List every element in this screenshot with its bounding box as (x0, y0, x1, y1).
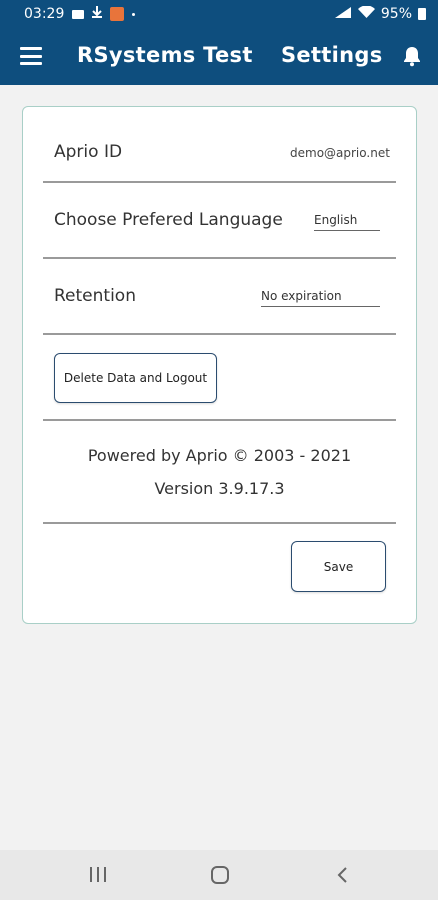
navigation-bar (0, 850, 438, 900)
battery-icon (418, 8, 426, 20)
divider (43, 333, 396, 335)
retention-select[interactable]: No expiration (261, 289, 380, 307)
retention-label: Retention (54, 286, 136, 306)
menu-icon[interactable] (20, 47, 42, 65)
aprio-id-label: Aprio ID (54, 142, 123, 162)
app-notification-icon (110, 7, 125, 21)
app-bar: RSystems Test Settings (0, 28, 438, 85)
version-text: Version 3.9.17.3 (154, 479, 285, 498)
app-title: RSystems Test (77, 43, 253, 67)
folder-icon (72, 9, 85, 19)
divider (43, 257, 396, 259)
aprio-id-value: demo@aprio.net (290, 146, 390, 160)
language-label: Choose Prefered Language (54, 210, 283, 230)
language-select[interactable]: English (314, 213, 380, 231)
back-icon[interactable] (333, 865, 353, 885)
save-button[interactable]: Save (291, 541, 386, 592)
status-time: 03:29 (24, 6, 65, 22)
divider (43, 522, 396, 524)
signal-icon (334, 6, 352, 23)
home-icon[interactable] (211, 866, 229, 884)
download-icon (92, 6, 103, 22)
powered-by-text: Powered by Aprio © 2003 - 2021 (87, 446, 352, 465)
screen-title: Settings (281, 43, 383, 67)
delete-data-logout-button[interactable]: Delete Data and Logout (54, 353, 217, 403)
status-bar: 03:29 95% (0, 0, 438, 28)
more-notifications-icon (132, 12, 136, 16)
recent-apps-icon[interactable] (89, 867, 107, 882)
settings-card: Aprio ID demo@aprio.net Choose Prefered … (22, 106, 417, 624)
divider (43, 181, 396, 183)
divider (43, 419, 396, 421)
wifi-icon (357, 4, 375, 23)
battery-percentage: 95% (380, 6, 412, 22)
bell-icon[interactable] (401, 45, 423, 67)
